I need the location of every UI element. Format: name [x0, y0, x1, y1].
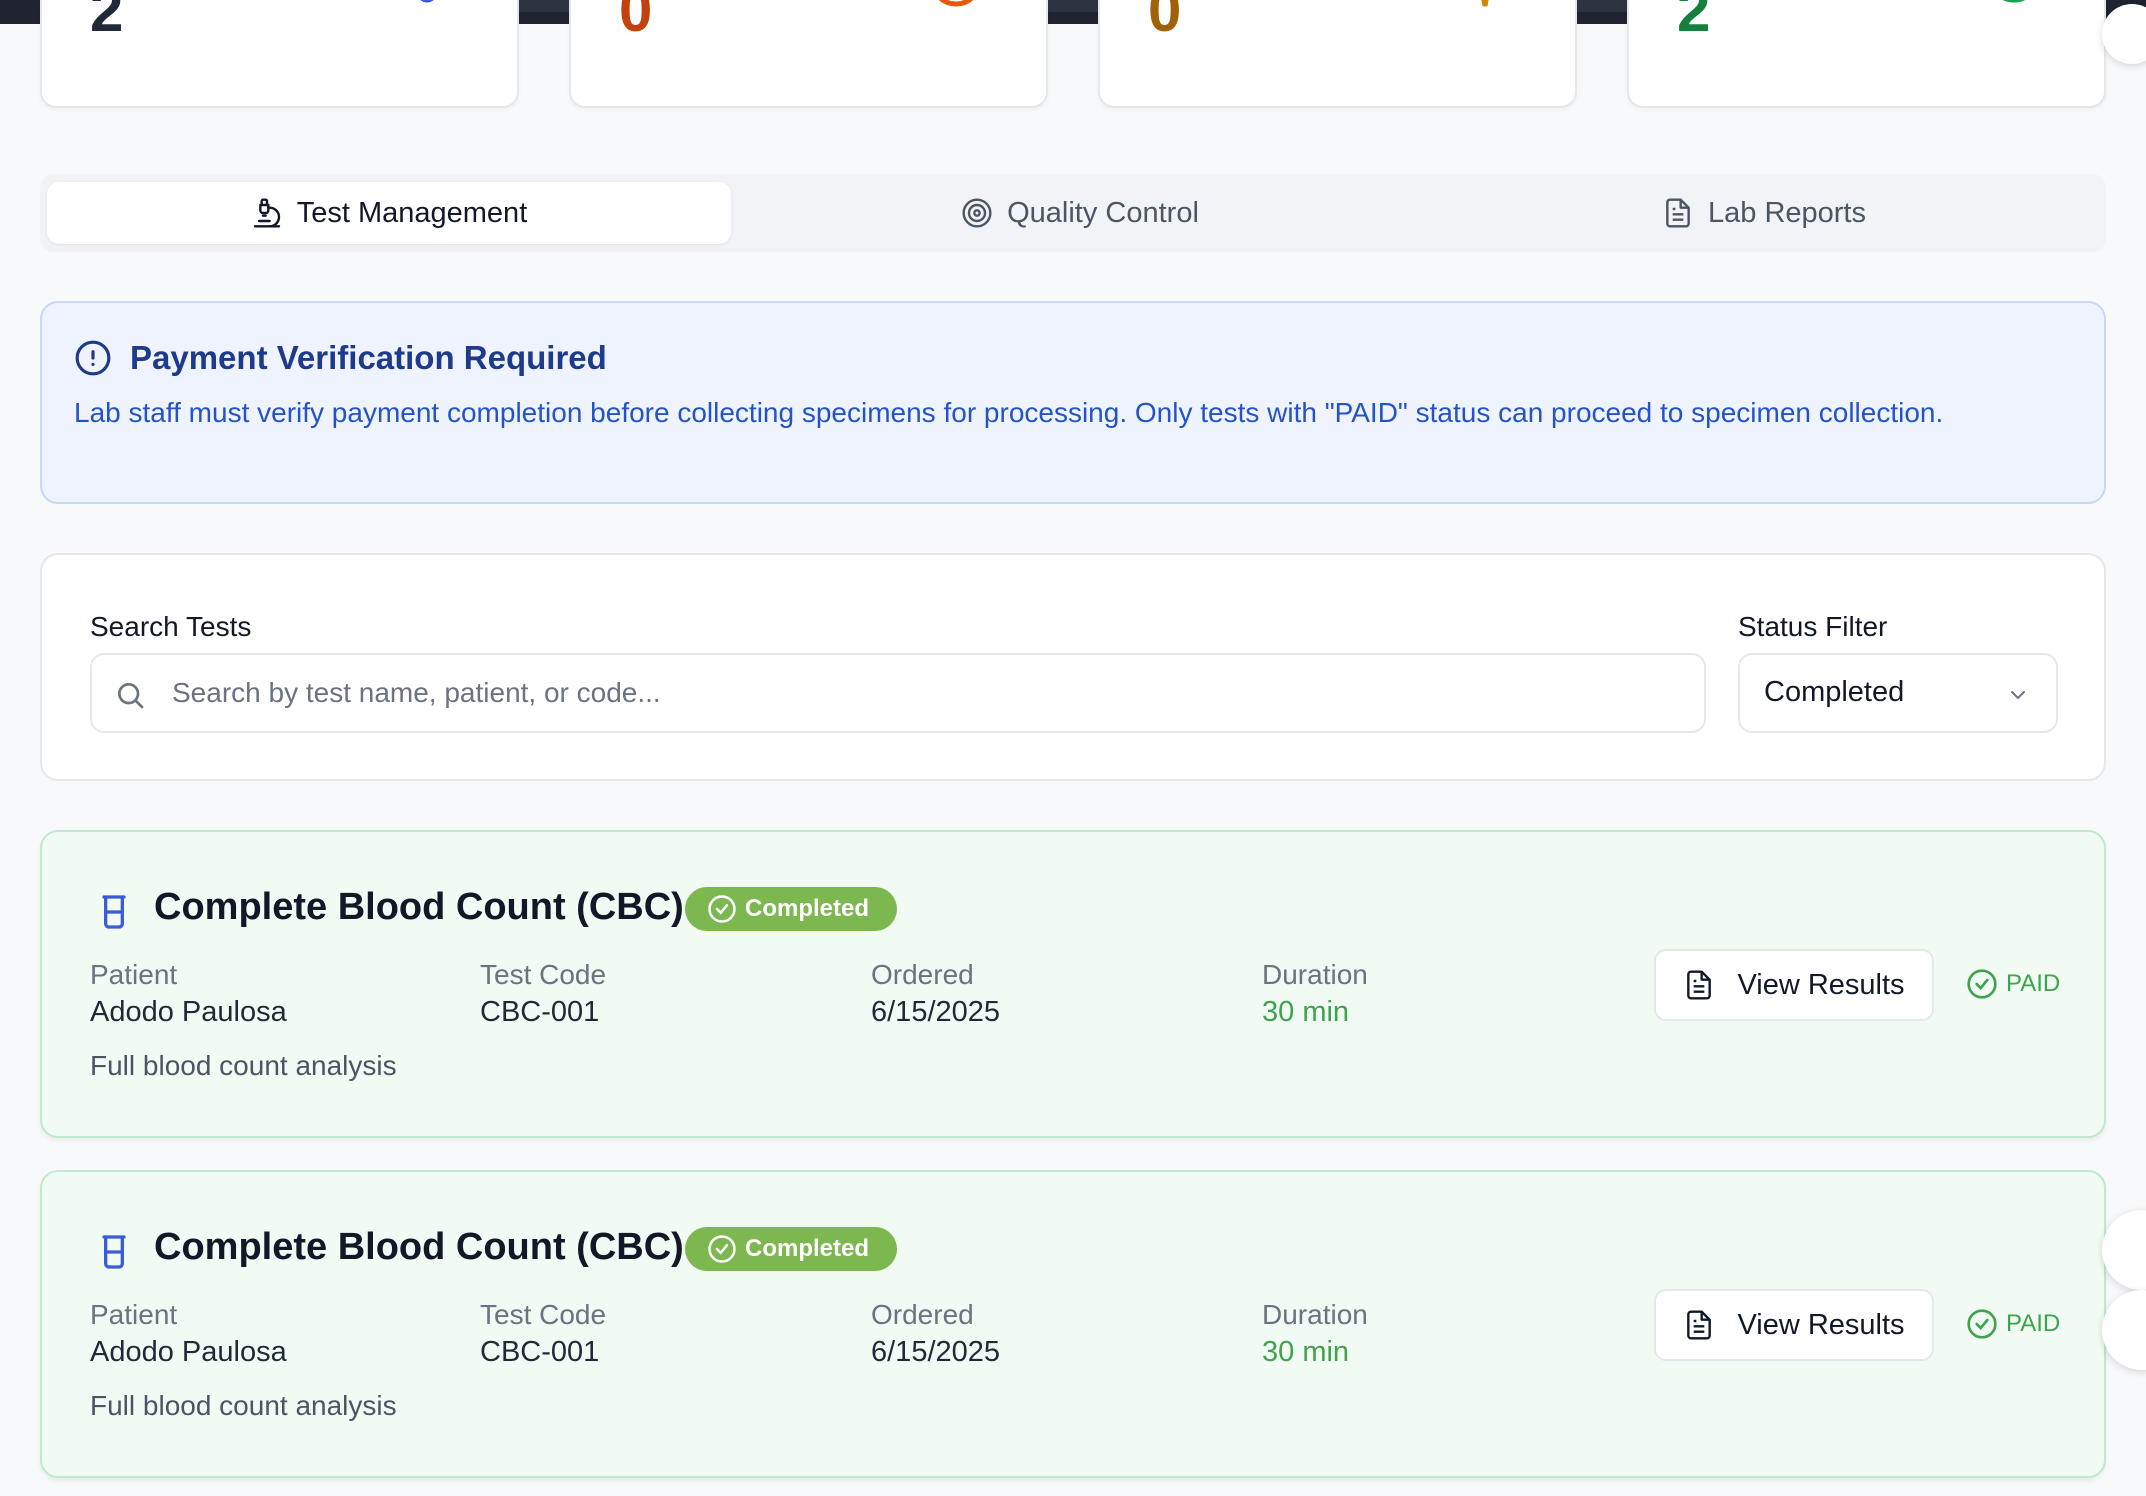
search-box [90, 653, 1706, 733]
status-filter-label: Status Filter [1738, 611, 1888, 642]
document-icon [1666, 198, 1690, 228]
test-card: Complete Blood Count (CBC) Completed Pat… [40, 830, 2106, 1138]
ordered-value: 6/15/2025 [871, 1336, 1001, 1368]
view-results-button[interactable]: View Results [1654, 1289, 1934, 1361]
patient-value: Adodo Paulosa [90, 1336, 287, 1368]
test-tube-icon [102, 895, 126, 929]
tab-quality-control[interactable]: Quality Control [738, 182, 1422, 244]
check-circle-icon [2002, 0, 2026, 3]
test-code-label: Test Code [480, 1299, 607, 1330]
test-title: Complete Blood Count (CBC) [154, 886, 684, 928]
test-tube-icon [102, 1235, 126, 1269]
ordered-label: Ordered [871, 959, 974, 990]
alert-body: Lab staff must verify payment completion… [74, 397, 1944, 428]
stat-value: 0 [619, 0, 653, 44]
payment-status-label: PAID [2006, 970, 2061, 997]
sparkle-float-button[interactable] [2102, 1290, 2146, 1370]
check-circle-icon [1967, 1309, 1997, 1339]
tab-label: Quality Control [1007, 196, 1199, 229]
status-filter-select[interactable]: Completed [1738, 653, 2058, 733]
duration-label: Duration [1262, 1299, 1368, 1330]
test-title: Complete Blood Count (CBC) [154, 1226, 684, 1268]
patient-label: Patient [90, 1299, 178, 1330]
alert-title: Payment Verification Required [130, 339, 607, 376]
check-circle-icon [1967, 969, 1997, 999]
tab-label: Test Management [296, 196, 528, 229]
view-results-button[interactable]: View Results [1654, 949, 1934, 1021]
patient-label: Patient [90, 959, 178, 990]
tab-lab-reports[interactable]: Lab Reports [1422, 182, 2106, 244]
document-icon [1687, 1310, 1712, 1340]
duration-label: Duration [1262, 959, 1368, 990]
payment-alert: Payment Verification Required Lab staff … [40, 301, 2106, 504]
search-icon [117, 683, 144, 709]
view-results-label: View Results [1737, 968, 1905, 1001]
tab-label: Lab Reports [1708, 196, 1866, 229]
check-circle-icon [708, 1235, 736, 1263]
status-badge: Completed [685, 1227, 897, 1271]
document-icon [1687, 970, 1712, 1000]
stat-card-completed: 2 [1627, 0, 2106, 108]
duration-field: Duration 30 min [1262, 958, 1368, 1032]
search-label: Search Tests [90, 611, 252, 642]
stat-value: 0 [1148, 0, 1182, 44]
test-code-value: CBC-001 [480, 996, 600, 1028]
chevron-down-icon [2011, 691, 2025, 700]
tab-test-management[interactable]: Test Management [47, 182, 731, 244]
test-code-value: CBC-001 [480, 1336, 600, 1368]
alert-header: Payment Verification Required [74, 339, 607, 377]
ordered-field: Ordered 6/15/2025 [871, 1298, 1000, 1372]
ordered-label: Ordered [871, 1299, 974, 1330]
test-code-field: Test Code CBC-001 [480, 1298, 606, 1372]
filter-panel: Search Tests Status Filter Completed [40, 553, 2106, 781]
stat-value: 2 [90, 0, 124, 44]
status-badge-label: Completed [745, 1235, 870, 1262]
stat-card-pending: 0 [569, 0, 1048, 108]
clock-icon [938, 0, 974, 7]
test-description: Full blood count analysis [90, 1050, 397, 1081]
test-code-field: Test Code CBC-001 [480, 958, 606, 1032]
status-badge: Completed [685, 887, 897, 931]
status-filter-value: Completed [1764, 676, 1905, 708]
search-input[interactable] [172, 665, 1672, 721]
target-icon [962, 198, 992, 228]
payment-status: PAID [1966, 1308, 2060, 1340]
stat-card-total: 2 [40, 0, 519, 108]
duration-value: 30 min [1262, 996, 1350, 1028]
info-icon [420, 0, 434, 3]
tab-bar: Test Management Quality Control Lab Repo… [40, 174, 2106, 252]
patient-field: Patient Adodo Paulosa [90, 1298, 287, 1372]
check-circle-icon [708, 895, 736, 923]
stat-card-in-progress: 0 [1098, 0, 1577, 108]
duration-value: 30 min [1262, 1336, 1350, 1368]
payment-status-label: PAID [2006, 1310, 2061, 1337]
stat-value: 2 [1677, 0, 1711, 44]
status-badge-label: Completed [745, 895, 870, 922]
payment-status: PAID [1966, 968, 2060, 1000]
test-card: Complete Blood Count (CBC) Completed Pat… [40, 1170, 2106, 1478]
test-description: Full blood count analysis [90, 1390, 397, 1421]
quote-float-button[interactable] [2102, 1210, 2146, 1290]
microscope-icon [253, 198, 280, 228]
patient-value: Adodo Paulosa [90, 996, 287, 1028]
test-code-label: Test Code [480, 959, 607, 990]
view-results-label: View Results [1737, 1308, 1905, 1341]
alert-circle-icon [75, 340, 111, 376]
duration-field: Duration 30 min [1262, 1298, 1368, 1372]
patient-field: Patient Adodo Paulosa [90, 958, 287, 1032]
ordered-value: 6/15/2025 [871, 996, 1001, 1028]
flask-icon [1481, 0, 1489, 7]
ordered-field: Ordered 6/15/2025 [871, 958, 1000, 1032]
